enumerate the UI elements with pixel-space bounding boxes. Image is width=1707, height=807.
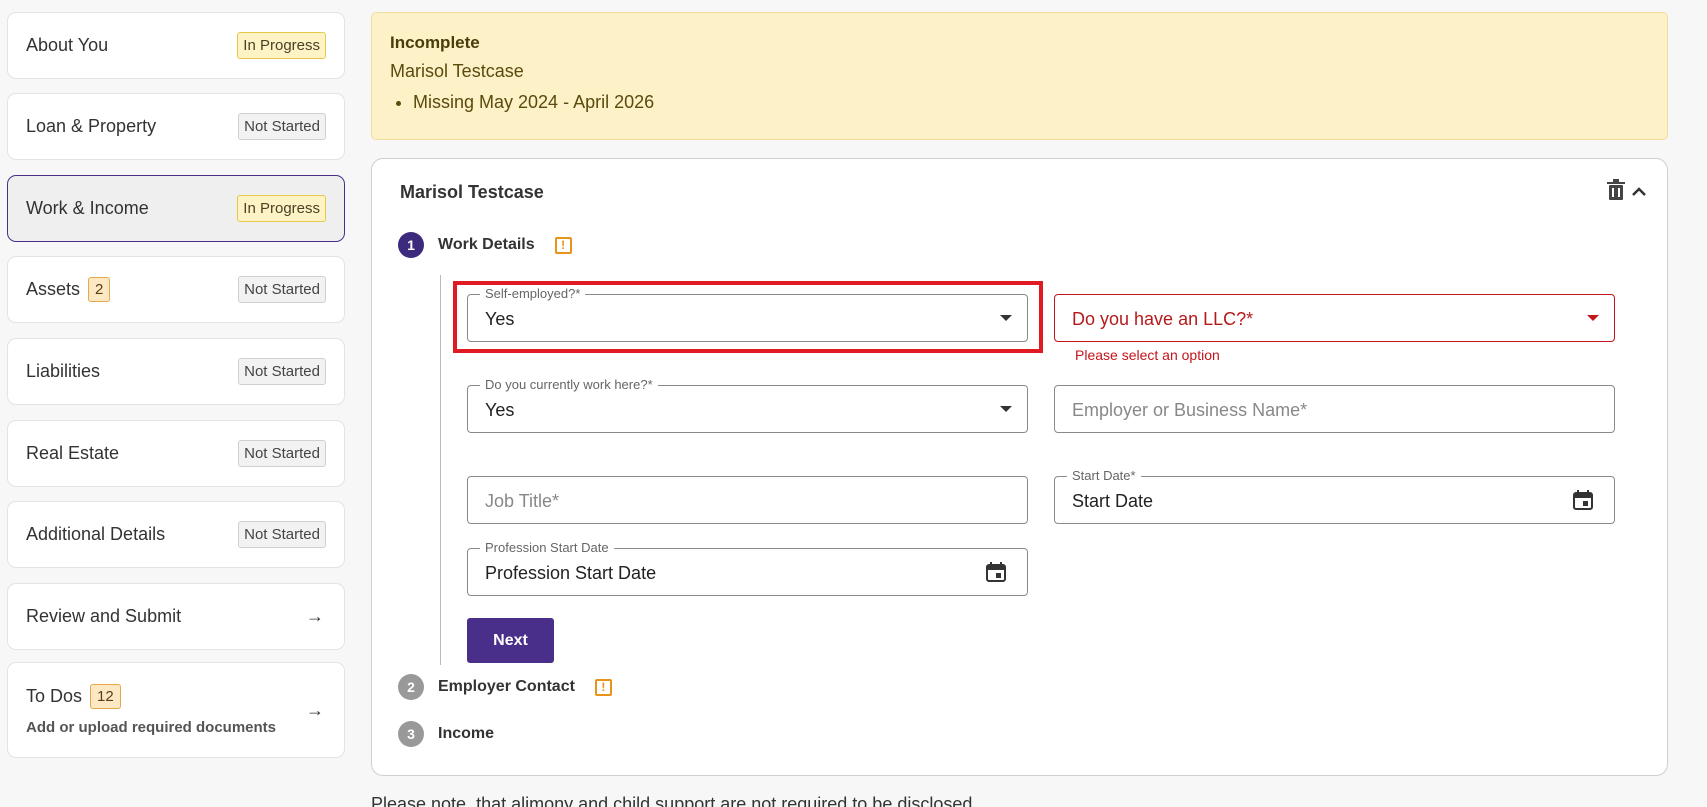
next-button[interactable]: Next [467, 618, 554, 663]
arrow-right-icon: → [306, 606, 324, 626]
alert-list: Missing May 2024 - April 2026 [390, 92, 1649, 113]
caret-down-icon [1000, 406, 1012, 412]
status-badge: In Progress [237, 32, 326, 59]
status-badge: Not Started [238, 440, 326, 467]
trash-icon[interactable] [1606, 179, 1626, 201]
field-value: Yes [485, 309, 515, 329]
status-badge: Not Started [238, 521, 326, 548]
sidebar-item-label: Assets [26, 279, 81, 299]
count-badge: 12 [90, 684, 121, 709]
alert-title: Incomplete [390, 33, 480, 52]
field-placeholder: Do you have an LLC?* [1072, 309, 1254, 329]
count-badge: 2 [88, 277, 111, 302]
step-number: 3 [398, 721, 424, 747]
sidebar-item-loan-property[interactable]: Loan & Property Not Started [7, 93, 345, 160]
field-label: Profession Start Date [480, 540, 614, 555]
job-title-input[interactable]: Job Title* [467, 476, 1028, 524]
alimony-note: Please note, that alimony and child supp… [371, 794, 978, 807]
incomplete-alert: Incomplete Marisol Testcase Missing May … [371, 12, 1668, 140]
alert-list-item: Missing May 2024 - April 2026 [413, 92, 1649, 113]
step-connector [440, 275, 441, 665]
status-badge: Not Started [238, 358, 326, 385]
step-work-details[interactable]: 1 Work Details ! [398, 232, 572, 258]
field-placeholder: Job Title* [485, 491, 560, 511]
caret-down-icon [1587, 315, 1599, 321]
field-value: Profession Start Date [485, 563, 657, 583]
field-value: Yes [485, 400, 515, 420]
step-label: Income [438, 725, 495, 742]
sidebar-item-work-income[interactable]: Work & Income In Progress [7, 175, 345, 242]
sidebar-item-about-you[interactable]: About You In Progress [7, 12, 345, 79]
sidebar-item-assets[interactable]: Assets 2 Not Started [7, 256, 345, 323]
sidebar-item-label: Liabilities [26, 361, 101, 381]
self-employed-select[interactable]: Self-employed?* Yes [467, 286, 1028, 342]
card-title: Marisol Testcase [400, 182, 544, 202]
sidebar-item-label: To Dos [26, 686, 83, 706]
calendar-icon[interactable] [1572, 489, 1594, 511]
step-income[interactable]: 3 Income [398, 721, 494, 747]
start-date-input[interactable]: Start Date* Start Date [1054, 468, 1615, 524]
warning-icon: ! [554, 236, 572, 254]
sidebar-item-label: Real Estate [26, 443, 120, 463]
profession-start-date-input[interactable]: Profession Start Date Profession Start D… [467, 540, 1028, 596]
field-label: Self-employed?* [480, 286, 586, 301]
sidebar-item-label: Review and Submit [26, 606, 182, 626]
step-employer-contact[interactable]: 2 Employer Contact ! [398, 674, 612, 700]
sidebar-item-label: Loan & Property [26, 116, 157, 136]
employer-name-input[interactable]: Employer or Business Name* [1054, 385, 1615, 433]
warning-icon: ! [594, 678, 612, 696]
status-badge: Not Started [238, 113, 326, 140]
sidebar-item-label: About You [26, 35, 109, 55]
field-placeholder: Employer or Business Name* [1072, 400, 1308, 420]
currently-work-select[interactable]: Do you currently work here?* Yes [467, 377, 1028, 433]
todos-subtitle: Add or upload required documents [26, 719, 277, 736]
llc-select[interactable]: Do you have an LLC?* [1054, 294, 1615, 342]
calendar-icon[interactable] [985, 561, 1007, 583]
step-number: 2 [398, 674, 424, 700]
sidebar-item-label: Additional Details [26, 524, 166, 544]
caret-down-icon [1000, 315, 1012, 321]
field-value: Start Date [1072, 491, 1154, 511]
sidebar-item-additional-details[interactable]: Additional Details Not Started [7, 501, 345, 568]
step-label: Work Details [438, 236, 535, 253]
sidebar-item-todos[interactable]: To Dos 12 Add or upload required document… [7, 662, 345, 758]
borrower-card: Marisol Testcase 1 Work Details ! Self-e… [371, 158, 1668, 776]
arrow-right-icon: → [306, 699, 324, 720]
llc-error-message: Please select an option [1075, 347, 1220, 363]
step-label: Employer Contact [438, 678, 575, 695]
sidebar-item-label: Work & Income [26, 198, 149, 218]
status-badge: In Progress [237, 195, 326, 222]
step-number: 1 [398, 232, 424, 258]
sidebar-item-real-estate[interactable]: Real Estate Not Started [7, 420, 345, 487]
sidebar-item-review-submit[interactable]: Review and Submit → [7, 583, 345, 650]
chevron-up-icon[interactable] [1628, 181, 1650, 203]
field-label: Do you currently work here?* [480, 377, 658, 392]
field-label: Start Date* [1067, 468, 1141, 483]
status-badge: Not Started [238, 276, 326, 303]
alert-name: Marisol Testcase [390, 61, 524, 81]
sidebar-item-liabilities[interactable]: Liabilities Not Started [7, 338, 345, 405]
